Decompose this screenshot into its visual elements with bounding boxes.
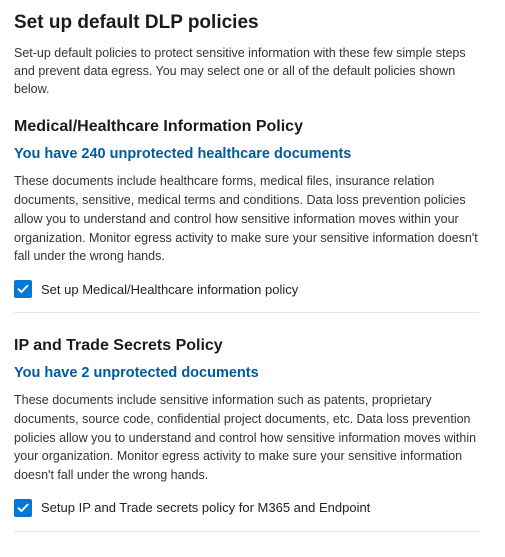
unprotected-count-alert: You have 2 unprotected documents [14, 365, 479, 381]
section-title: IP and Trade Secrets Policy [14, 337, 479, 355]
policy-checkbox-row: Setup IP and Trade secrets policy for M3… [14, 499, 479, 517]
policy-checkbox-label: Set up Medical/Healthcare information po… [41, 282, 298, 297]
policy-checkbox-row: Set up Medical/Healthcare information po… [14, 280, 479, 298]
divider [14, 312, 479, 313]
page-intro: Set-up default policies to protect sensi… [14, 44, 479, 98]
policy-section-ip: IP and Trade Secrets Policy You have 2 u… [14, 337, 479, 517]
section-title: Medical/Healthcare Information Policy [14, 118, 479, 136]
policy-section-medical: Medical/Healthcare Information Policy Yo… [14, 118, 479, 298]
unprotected-count-alert: You have 240 unprotected healthcare docu… [14, 146, 479, 162]
page-title: Set up default DLP policies [14, 12, 479, 34]
divider [14, 531, 479, 532]
dlp-setup-scroll[interactable]: Set up default DLP policies Set-up defau… [0, 0, 497, 557]
policy-checkbox-label: Setup IP and Trade secrets policy for M3… [41, 500, 370, 515]
policy-checkbox-ip[interactable] [14, 499, 32, 517]
policy-checkbox-medical[interactable] [14, 280, 32, 298]
section-description: These documents include healthcare forms… [14, 172, 479, 266]
checkmark-icon [17, 283, 29, 295]
section-description: These documents include sensitive inform… [14, 391, 479, 485]
checkmark-icon [17, 502, 29, 514]
